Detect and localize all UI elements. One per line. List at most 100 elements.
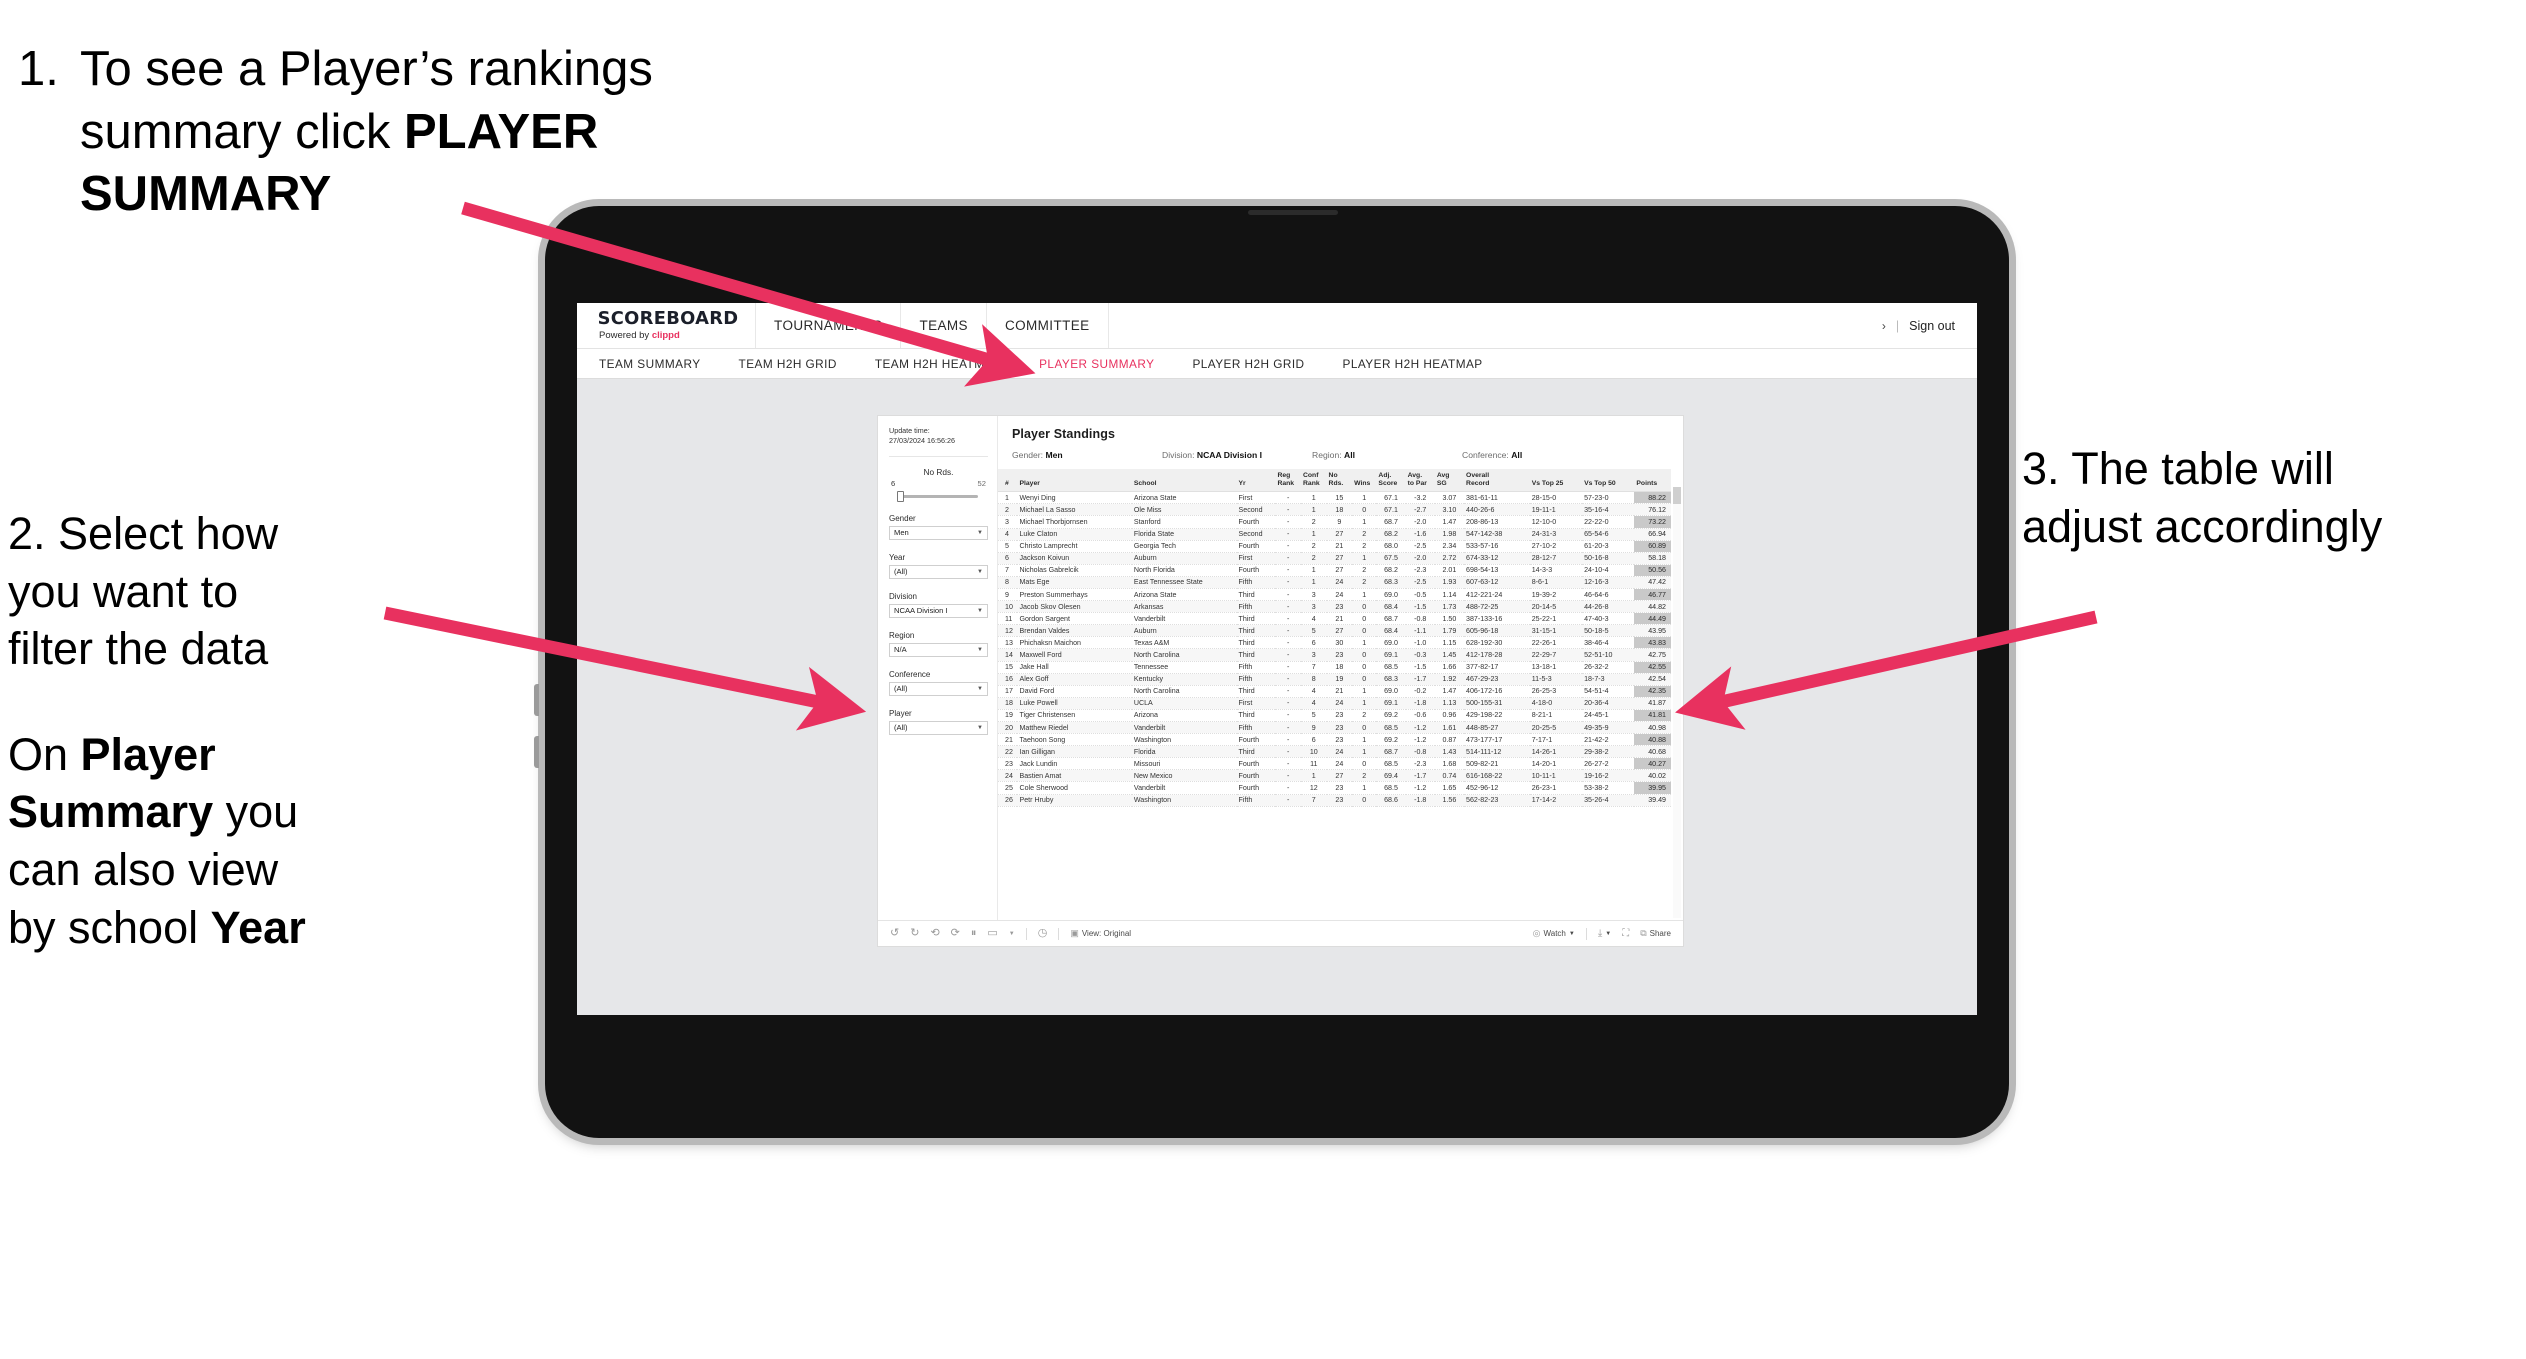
table-row[interactable]: 19 Tiger Christensen Arizona Third -5 23 2 69.2… — [998, 709, 1671, 723]
table-row[interactable]: 9 Preston Summerhays Arizona State Third -3 2… — [998, 588, 1671, 602]
filter-conference-dropdown[interactable]: (All) ▼ — [889, 681, 988, 696]
table-column-header[interactable]: Yr — [1236, 469, 1276, 493]
table-row[interactable]: 5 Christo Lamprecht Georgia Tech Fourth -2 21… — [998, 540, 1671, 553]
sub-nav-item-player-h2h-grid[interactable]: PLAYER H2H GRID — [1173, 357, 1323, 371]
account-chevron-icon[interactable]: › — [1882, 319, 1886, 333]
table-cell: 4 — [1301, 685, 1327, 698]
table-cell: 57-23-0 — [1582, 491, 1635, 505]
share-button[interactable]: ⧉ Share — [1640, 929, 1671, 939]
table-row[interactable]: 25 Cole Sherwood Vanderbilt Fourth -12 23 1 68.… — [998, 781, 1671, 795]
clock-history-icon[interactable]: ◷ — [1038, 928, 1048, 939]
pause-icon[interactable]: ⏸ — [971, 928, 977, 939]
filter-player-dropdown[interactable]: (All) ▼ — [889, 720, 988, 735]
rectangle-select-icon[interactable]: ▭ — [987, 928, 997, 939]
brand-logo[interactable]: SCOREBOARD Powered by clippd — [577, 303, 755, 348]
table-row[interactable]: 13 Phichaksn Maichon Texas A&M Third -6 30 1 69… — [998, 636, 1671, 650]
top-nav-item-tournaments[interactable]: TOURNAMENTS — [755, 303, 900, 348]
table-row[interactable]: 3 Michael Thorbjornsen Stanford Fourth -2 9 1 6… — [998, 515, 1671, 529]
revert-icon[interactable]: ⟲ — [930, 928, 939, 939]
watch-button[interactable]: ◎ Watch ▼ — [1533, 929, 1575, 939]
table-row[interactable]: 1 Wenyi Ding Arizona State First -1 15 1 67.1 -3… — [998, 491, 1671, 505]
vertical-scrollbar-thumb[interactable] — [1673, 487, 1681, 504]
table-cell: 17-14-2 — [1529, 794, 1583, 807]
table-cell: - — [1275, 733, 1301, 747]
filter-gender-label: Gender — [889, 513, 916, 523]
table-column-header[interactable]: Adj. Score — [1376, 469, 1406, 493]
top-nav-item-committee[interactable]: COMMITTEE — [985, 303, 1109, 348]
table-cell: -1.2 — [1405, 721, 1435, 735]
chevron-down-icon[interactable]: ▼ — [1009, 931, 1015, 937]
filter-gender-dropdown[interactable]: Men ▼ — [889, 525, 988, 540]
table-column-header[interactable]: Wins — [1352, 469, 1377, 493]
table-row[interactable]: 4 Luke Claton Florida State Second -1 27 2 68.2… — [998, 528, 1671, 541]
table-cell: 40.27 — [1634, 757, 1671, 771]
table-row[interactable]: 11 Gordon Sargent Vanderbilt Third -4 21 0 68.7… — [998, 612, 1671, 626]
view-original-button[interactable]: ▣ View: Original — [1070, 929, 1131, 939]
table-column-header[interactable]: Player — [1017, 469, 1132, 493]
sub-nav-item-team-h2h-heatmap[interactable]: TEAM H2H HEATMAP — [856, 357, 1020, 371]
undo-icon[interactable]: ↺ — [890, 928, 899, 939]
table-column-header[interactable]: # — [998, 469, 1018, 493]
table-column-header[interactable]: Points — [1634, 469, 1671, 493]
table-cell: 7-17-1 — [1529, 733, 1583, 747]
table-column-header[interactable]: No Rds. — [1326, 469, 1353, 493]
table-column-header[interactable]: Conf Rank — [1301, 469, 1327, 493]
table-cell: -1.8 — [1405, 697, 1435, 710]
table-column-header[interactable]: Vs Top 50 — [1582, 469, 1635, 493]
fullscreen-icon[interactable]: ⛶ — [1622, 928, 1629, 939]
table-cell: Petr Hruby — [1017, 794, 1132, 807]
table-row[interactable]: 14 Maxwell Ford North Carolina Third -3 23 0 69… — [998, 648, 1671, 662]
filter-no-rds-slider[interactable]: No Rds. 6 52 — [889, 467, 988, 502]
table-column-header[interactable]: Avg. to Par — [1405, 469, 1435, 493]
annotation-step-1-line2b: PLAYER — [403, 104, 599, 159]
table-cell: 69.2 — [1376, 733, 1406, 747]
table-cell: 7 — [998, 564, 1018, 577]
sub-nav-item-player-h2h-heatmap[interactable]: PLAYER H2H HEATMAP — [1324, 357, 1502, 371]
table-row[interactable]: 21 Taehoon Song Washington Fourth -6 23 1 69.2-… — [998, 733, 1671, 747]
table-row[interactable]: 8 Mats Ege East Tennessee State Fifth -1 24 2 6… — [998, 576, 1671, 589]
sub-nav-item-team-h2h-grid[interactable]: TEAM H2H GRID — [720, 357, 856, 371]
table-column-header[interactable]: Vs Top 25 — [1529, 469, 1583, 493]
table-row[interactable]: 7 Nicholas Gabrelcik North Florida Fourth -1… — [998, 564, 1671, 577]
table-row[interactable]: 24 Bastien Amat New Mexico Fourth -1 27 2 69.4-… — [998, 769, 1671, 783]
filter-region-dropdown[interactable]: N/A ▼ — [889, 642, 988, 657]
slider-handle[interactable] — [897, 490, 904, 502]
download-button[interactable]: ⤓ ▼ — [1598, 928, 1611, 939]
table-cell: Gordon Sargent — [1017, 612, 1132, 626]
table-row[interactable]: 12 Brendan Valdes Auburn Third -5 27 0 68.4 -1.1… — [998, 624, 1671, 638]
table-row[interactable]: 20 Matthew Riedel Vanderbilt Fifth -9 23 0 68.5… — [998, 721, 1671, 735]
table-row[interactable]: 2 Michael La Sasso Ole Miss Second -1 18 0 67.1… — [998, 503, 1671, 517]
summary-division-key: Division: — [1162, 450, 1195, 460]
table-cell: David Ford — [1017, 685, 1132, 698]
sub-nav-item-player-summary[interactable]: PLAYER SUMMARY — [1020, 357, 1173, 371]
filter-year-dropdown[interactable]: (All) ▼ — [889, 564, 988, 579]
table-row[interactable]: 10 Jacob Skov Olesen Arkansas Fifth -3 23 0 68.… — [998, 600, 1671, 614]
table-row[interactable]: 18 Luke Powell UCLA First -4 24 1 69.1 -1.8 1.13 5… — [998, 697, 1671, 710]
table-row[interactable]: 23 Jack Lundin Missouri Fourth -11 24 0 68.5 -2.… — [998, 757, 1671, 771]
filter-division-dropdown[interactable]: NCAA Division I ▼ — [889, 603, 988, 618]
filter-conference: Conference (All) ▼ — [889, 670, 988, 696]
top-nav-item-teams[interactable]: TEAMS — [900, 303, 986, 348]
table-row[interactable]: 6 Jackson Koivun Auburn First -2 27 1 67.5 -2.0 2… — [998, 552, 1671, 565]
table-cell: 1 — [1301, 503, 1327, 517]
sign-out-link[interactable]: Sign out — [1909, 319, 1955, 333]
table-row[interactable]: 26 Petr Hruby Washington Fifth -7 23 0 68.6 -1.8… — [998, 794, 1671, 807]
table-row[interactable]: 16 Alex Goff Kentucky Fifth -8 19 0 68.3 -1.7 1.9… — [998, 673, 1671, 686]
table-cell: 27 — [1326, 564, 1353, 577]
table-column-header[interactable]: School — [1131, 469, 1237, 493]
tablet-volume-down-button[interactable] — [534, 736, 539, 768]
table-row[interactable]: 15 Jake Hall Tennessee Fifth -7 18 0 68.5 -1.5 1.… — [998, 661, 1671, 674]
table-row[interactable]: 22 Ian Gilligan Florida Third -10 24 1 68.7 -0.8… — [998, 745, 1671, 759]
vertical-scrollbar-track[interactable] — [1673, 487, 1681, 918]
table-row[interactable]: 17 David Ford North Carolina Third -4 21 1 69.0… — [998, 685, 1671, 698]
table-column-header[interactable]: Reg Rank — [1275, 469, 1301, 493]
summary-division: Division: NCAA Division I — [1162, 450, 1312, 460]
sub-nav-item-team-summary[interactable]: TEAM SUMMARY — [599, 357, 720, 371]
redo-icon[interactable]: ↻ — [910, 928, 919, 939]
tablet-volume-up-button[interactable] — [534, 684, 539, 716]
table-cell: 24 — [1326, 757, 1353, 771]
slider-track[interactable] — [889, 490, 988, 502]
table-column-header[interactable]: Overall Record — [1464, 469, 1530, 493]
refresh-icon[interactable]: ⟳ — [951, 928, 960, 939]
table-column-header[interactable]: Avg SG — [1434, 469, 1465, 493]
